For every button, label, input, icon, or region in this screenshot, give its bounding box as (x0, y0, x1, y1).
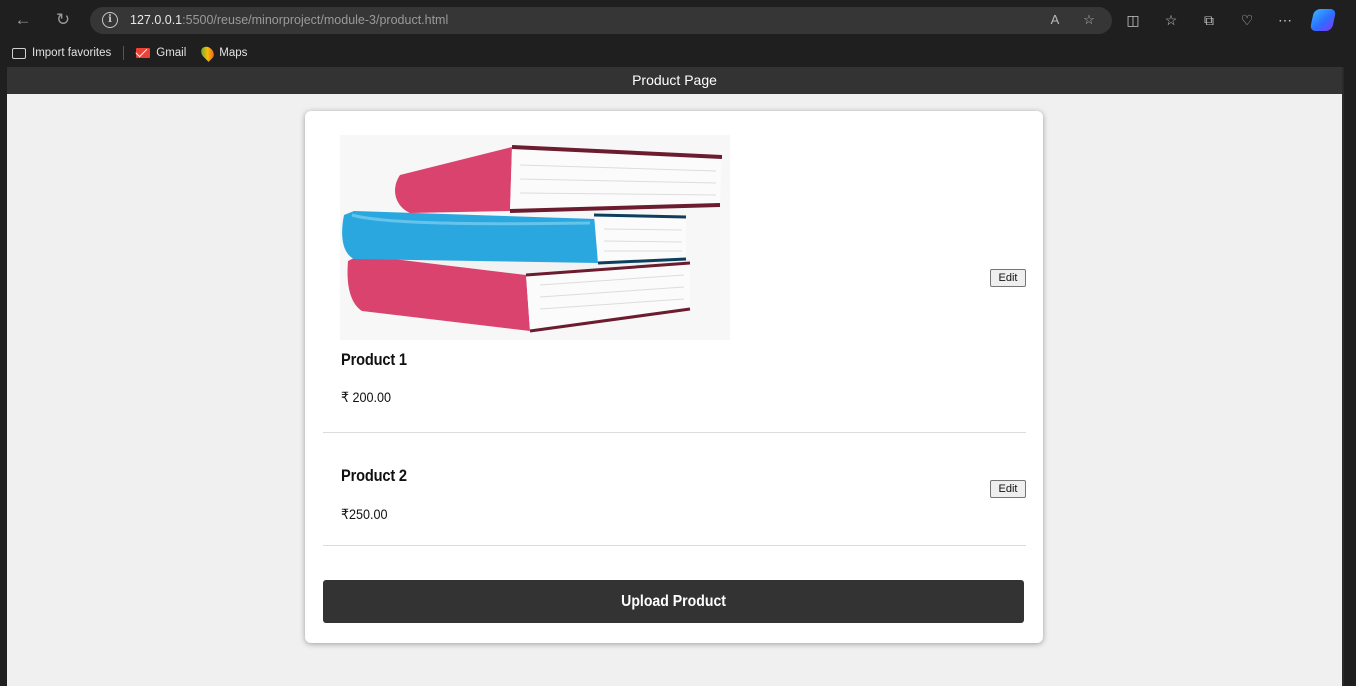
url-host: 127.0.0.1 (130, 13, 183, 27)
bookmark-gmail[interactable]: Gmail (136, 47, 186, 59)
product-item: Product 2 ₹250.00 Edit (323, 433, 1026, 546)
bookmarks-divider (123, 46, 125, 60)
product-image (340, 135, 730, 340)
url-path: :5500/reuse/minorproject/module-3/produc… (182, 13, 449, 27)
collections-icon[interactable]: ⧉ (1198, 9, 1220, 31)
product-card: Product 1 ₹ 200.00 Edit Product 2 ₹250.0… (305, 111, 1043, 643)
read-aloud-icon[interactable]: A (1046, 11, 1064, 29)
edit-button[interactable]: Edit (990, 269, 1026, 287)
bookmark-label: Gmail (156, 47, 187, 59)
page-title: Product Page (7, 67, 1342, 94)
gmail-icon (136, 48, 151, 58)
browser-toolbar: ← ↻ i 127.0.0.1:5500/reuse/minorproject/… (0, 0, 1356, 40)
more-options-icon[interactable]: ⋯ (1274, 9, 1296, 31)
upload-product-label: Upload Product (621, 593, 726, 610)
favorite-star-icon[interactable]: ☆ (1080, 11, 1098, 29)
upload-product-button[interactable]: Upload Product (323, 580, 1024, 623)
maps-pin-icon (198, 44, 217, 62)
product-name: Product 2 (341, 466, 407, 485)
performance-icon[interactable]: ♡ (1236, 9, 1258, 31)
product-price: ₹250.00 (341, 506, 388, 522)
site-info-icon[interactable]: i (102, 12, 118, 28)
refresh-icon[interactable]: ↻ (52, 9, 74, 31)
back-icon[interactable]: ← (12, 9, 34, 31)
bookmark-label: Import favorites (32, 47, 112, 59)
favorites-icon[interactable]: ☆ (1160, 9, 1182, 31)
bookmark-label: Maps (219, 47, 248, 59)
product-name: Product 1 (341, 350, 407, 369)
import-icon (12, 47, 26, 59)
address-url[interactable]: 127.0.0.1:5500/reuse/minorproject/module… (130, 13, 448, 27)
bookmark-import-favorites[interactable]: Import favorites (12, 47, 111, 59)
bookmark-maps[interactable]: Maps (198, 44, 248, 62)
product-item: Product 1 ₹ 200.00 Edit (323, 111, 1026, 433)
page-viewport: Product Page Product 1 ₹ 200.00 Edit Pro… (7, 67, 1344, 686)
product-price: ₹ 200.00 (341, 389, 392, 405)
edit-button[interactable]: Edit (990, 480, 1026, 498)
books-stack-icon (340, 135, 730, 340)
split-screen-icon[interactable]: ◫ (1122, 9, 1144, 31)
address-bar[interactable]: i 127.0.0.1:5500/reuse/minorproject/modu… (90, 7, 1112, 34)
bookmarks-bar: Import favorites Gmail Maps (0, 40, 1356, 66)
copilot-icon[interactable] (1309, 9, 1337, 31)
